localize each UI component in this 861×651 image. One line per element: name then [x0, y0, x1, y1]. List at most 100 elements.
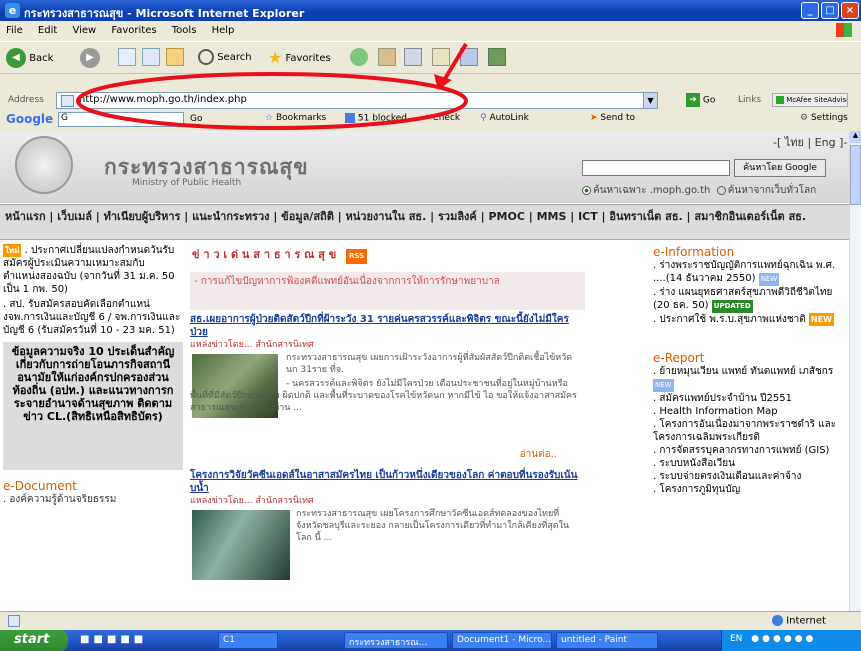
menu-view[interactable]: View — [72, 25, 96, 36]
system-tray: EN ●●●●●● — [721, 630, 861, 651]
back-button[interactable]: ◀ Back — [6, 48, 53, 68]
settings-button[interactable]: ⚙ Settings — [800, 113, 848, 123]
favorites-button[interactable]: ★ Favorites — [268, 48, 331, 68]
task-ie[interactable]: กระทรวงสาธารณ... — [344, 632, 448, 649]
close-button[interactable]: × — [841, 2, 859, 19]
star-bookmark-icon: ☆ — [265, 113, 274, 123]
research-button[interactable] — [488, 48, 506, 66]
go-button[interactable]: ➜ Go — [686, 93, 715, 107]
ministry-name-english: Ministry of Public Health — [132, 178, 242, 188]
report-item-2[interactable]: . สมัครแพทย์ประจำบ้าน ปี2551 — [653, 392, 849, 405]
site-search-input[interactable] — [582, 160, 730, 176]
scope-site-radio[interactable] — [582, 185, 591, 195]
go-arrow-icon: ➜ — [686, 93, 700, 107]
popup-icon — [345, 113, 355, 123]
tray-icons[interactable]: ●●●●●● — [751, 634, 816, 644]
favorites-label: Favorites — [285, 53, 331, 64]
report-item-6[interactable]: . ระบบหนังสือเวียน — [653, 457, 849, 470]
rss-icon[interactable]: RSS — [346, 249, 368, 264]
globe-icon — [772, 615, 783, 626]
stop-button[interactable] — [118, 48, 136, 66]
einfo-item-3[interactable]: . ประกาศใช้ พ.ร.บ.สุขภาพแห่งชาติ NEW — [653, 313, 849, 326]
google-go-button[interactable]: Go — [190, 114, 202, 124]
announcement-2[interactable]: . สป. รับสมัครสอบคัดเลือกตำแหน่งจพ.การเง… — [3, 298, 181, 337]
popup-blocker-button[interactable]: 51 blocked — [345, 113, 407, 124]
home-button[interactable] — [166, 48, 184, 66]
bookmarks-button[interactable]: ☆ Bookmarks — [265, 113, 326, 123]
google-search-button[interactable]: ค้นหาโดย Google — [734, 159, 826, 177]
headline-2[interactable]: โครงการวิจัยวัคซีนเอดส์ในอาสาสมัครไทย เป… — [190, 469, 585, 495]
search-button[interactable]: Search — [198, 48, 252, 68]
einfo-item-1-text: . ร่างพระราชบัญญัติการแพทย์ฉุกเฉิน พ.ศ. … — [653, 260, 836, 284]
menu-help[interactable]: Help — [212, 25, 235, 36]
einfo-item-2[interactable]: . ร่าง แผนยุทธศาสตร์สุขภาพดีวิถีชีวิตไทย… — [653, 286, 849, 313]
ereport-title: e-Report — [653, 351, 705, 365]
start-button[interactable]: start — [0, 630, 68, 651]
report-item-4[interactable]: . โครงการอันเนื่องมาจากพระราชดำริ และโคร… — [653, 418, 849, 444]
edit-button[interactable] — [432, 48, 450, 66]
report-item-8[interactable]: . โครงการภูมิทุนบัญ — [653, 483, 849, 496]
language-switch[interactable]: -[ ไทย | Eng ]- — [773, 133, 847, 151]
announcement-1-text: . ประกาศเปลี่ยนแปลงกำหนดวันรับสมัครผู้ปร… — [3, 245, 175, 295]
autolink-label: AutoLink — [489, 113, 529, 123]
google-search-field[interactable]: G — [58, 112, 184, 127]
news-1-source: แหล่งข่าวโดย... สำนักสารนิเทศ — [190, 339, 585, 352]
edocument-item[interactable]: . องค์ความรู้ด้านจริยธรรม — [3, 493, 183, 506]
menu-file[interactable]: File — [6, 25, 23, 36]
announcement-1[interactable]: ใหม่ . ประกาศเปลี่ยนแปลงกำหนดวันรับสมัคร… — [3, 244, 181, 296]
google-field-value: G — [61, 113, 68, 123]
windows-flag-icon — [836, 23, 852, 37]
browser-window: e กระทรวงสาธารณสุข - Microsoft Internet … — [0, 0, 861, 651]
main-navigation[interactable]: หน้าแรก | เว็บเมล์ | ทำเนียบผู้บริหาร | … — [0, 204, 849, 240]
highlight-text: ข้อมูลความจริง 10 ประเด็นสำคัญ เกี่ยวกับ… — [11, 345, 175, 423]
scroll-thumb[interactable] — [850, 145, 861, 205]
source-2-org[interactable]: สำนักสารนิเทศ — [255, 496, 313, 506]
vertical-scrollbar[interactable]: ▲ — [849, 131, 861, 611]
print-button[interactable] — [404, 48, 422, 66]
minimize-button[interactable]: _ — [801, 2, 819, 19]
check-button[interactable]: ✓ Check — [422, 113, 460, 123]
report-item-1[interactable]: . ย้ายหมุนเวียน แพทย์ ทันตแพทย์ เภสัชกร … — [653, 365, 849, 392]
start-label: start — [14, 632, 50, 647]
address-field[interactable]: http://www.moph.go.th/index.php ▼ — [56, 92, 658, 109]
menu-tools[interactable]: Tools — [172, 25, 197, 36]
task-c1[interactable]: C1 — [218, 632, 278, 649]
address-label: Address — [8, 95, 44, 105]
einfo-item-1[interactable]: . ร่างพระราชบัญญัติการแพทย์ฉุกเฉิน พ.ศ. … — [653, 259, 849, 286]
news-2-photo[interactable] — [192, 510, 290, 580]
gear-icon: ⚙ — [800, 113, 809, 123]
sendto-button[interactable]: ➤ Send to — [590, 113, 635, 123]
links-label[interactable]: Links — [738, 95, 761, 105]
menu-edit[interactable]: Edit — [38, 25, 57, 36]
source-1-org[interactable]: สำนักสารนิเทศ — [255, 340, 313, 350]
forward-arrow-icon: ▶ — [80, 48, 100, 68]
mail-button[interactable] — [378, 48, 396, 66]
news-2-source: แหล่งข่าวโดย... สำนักสารนิเทศ — [190, 495, 585, 508]
report-item-7[interactable]: . ระบบจ่ายตรงเงินเดือนและค่าจ้าง — [653, 470, 849, 483]
headline-1[interactable]: สธ.เผยอาการผู้ป่วยติดสัตว์ปีกที่ฝ้าระวัง… — [190, 313, 585, 339]
scope-web-radio[interactable] — [716, 185, 726, 195]
mcafee-icon — [776, 96, 784, 104]
ministry-seal-logo — [15, 136, 73, 194]
taskbar: start ■■■■■ C1 กระทรวงสาธารณ... Document… — [0, 630, 861, 651]
task-word[interactable]: Document1 - Micro... — [452, 632, 552, 649]
messenger-button[interactable] — [460, 48, 478, 66]
report-item-3[interactable]: . Health Information Map — [653, 405, 849, 418]
report-item-5[interactable]: . การจัดสรรบุคลากรทางการแพทย์ (GIS) — [653, 444, 849, 457]
language-indicator[interactable]: EN — [730, 634, 742, 644]
task-paint[interactable]: untitled - Paint — [556, 632, 658, 649]
refresh-button[interactable] — [142, 48, 160, 66]
mcafee-button[interactable]: McAfee SiteAdvisor — [772, 93, 848, 107]
quick-launch-icons[interactable]: ■■■■■ — [80, 634, 147, 645]
autolink-button[interactable]: ⚲ AutoLink — [480, 113, 529, 123]
menu-favorites[interactable]: Favorites — [111, 25, 156, 36]
highlight-box[interactable]: ข้อมูลความจริง 10 ประเด็นสำคัญ เกี่ยวกับ… — [3, 342, 183, 470]
new-badge-r1: NEW — [653, 379, 674, 392]
featured-bar[interactable]: - การแก้ไขปัญหาการฟ้องคดีแพทย์อันเนื่องจ… — [190, 272, 585, 310]
forward-button[interactable]: ▶ — [80, 48, 100, 68]
address-dropdown-icon[interactable]: ▼ — [643, 93, 657, 108]
media-button[interactable] — [350, 48, 368, 66]
scroll-up-arrow-icon[interactable]: ▲ — [850, 131, 861, 143]
maximize-button[interactable]: □ — [821, 2, 839, 19]
einformation-title: e-Information — [653, 245, 735, 259]
